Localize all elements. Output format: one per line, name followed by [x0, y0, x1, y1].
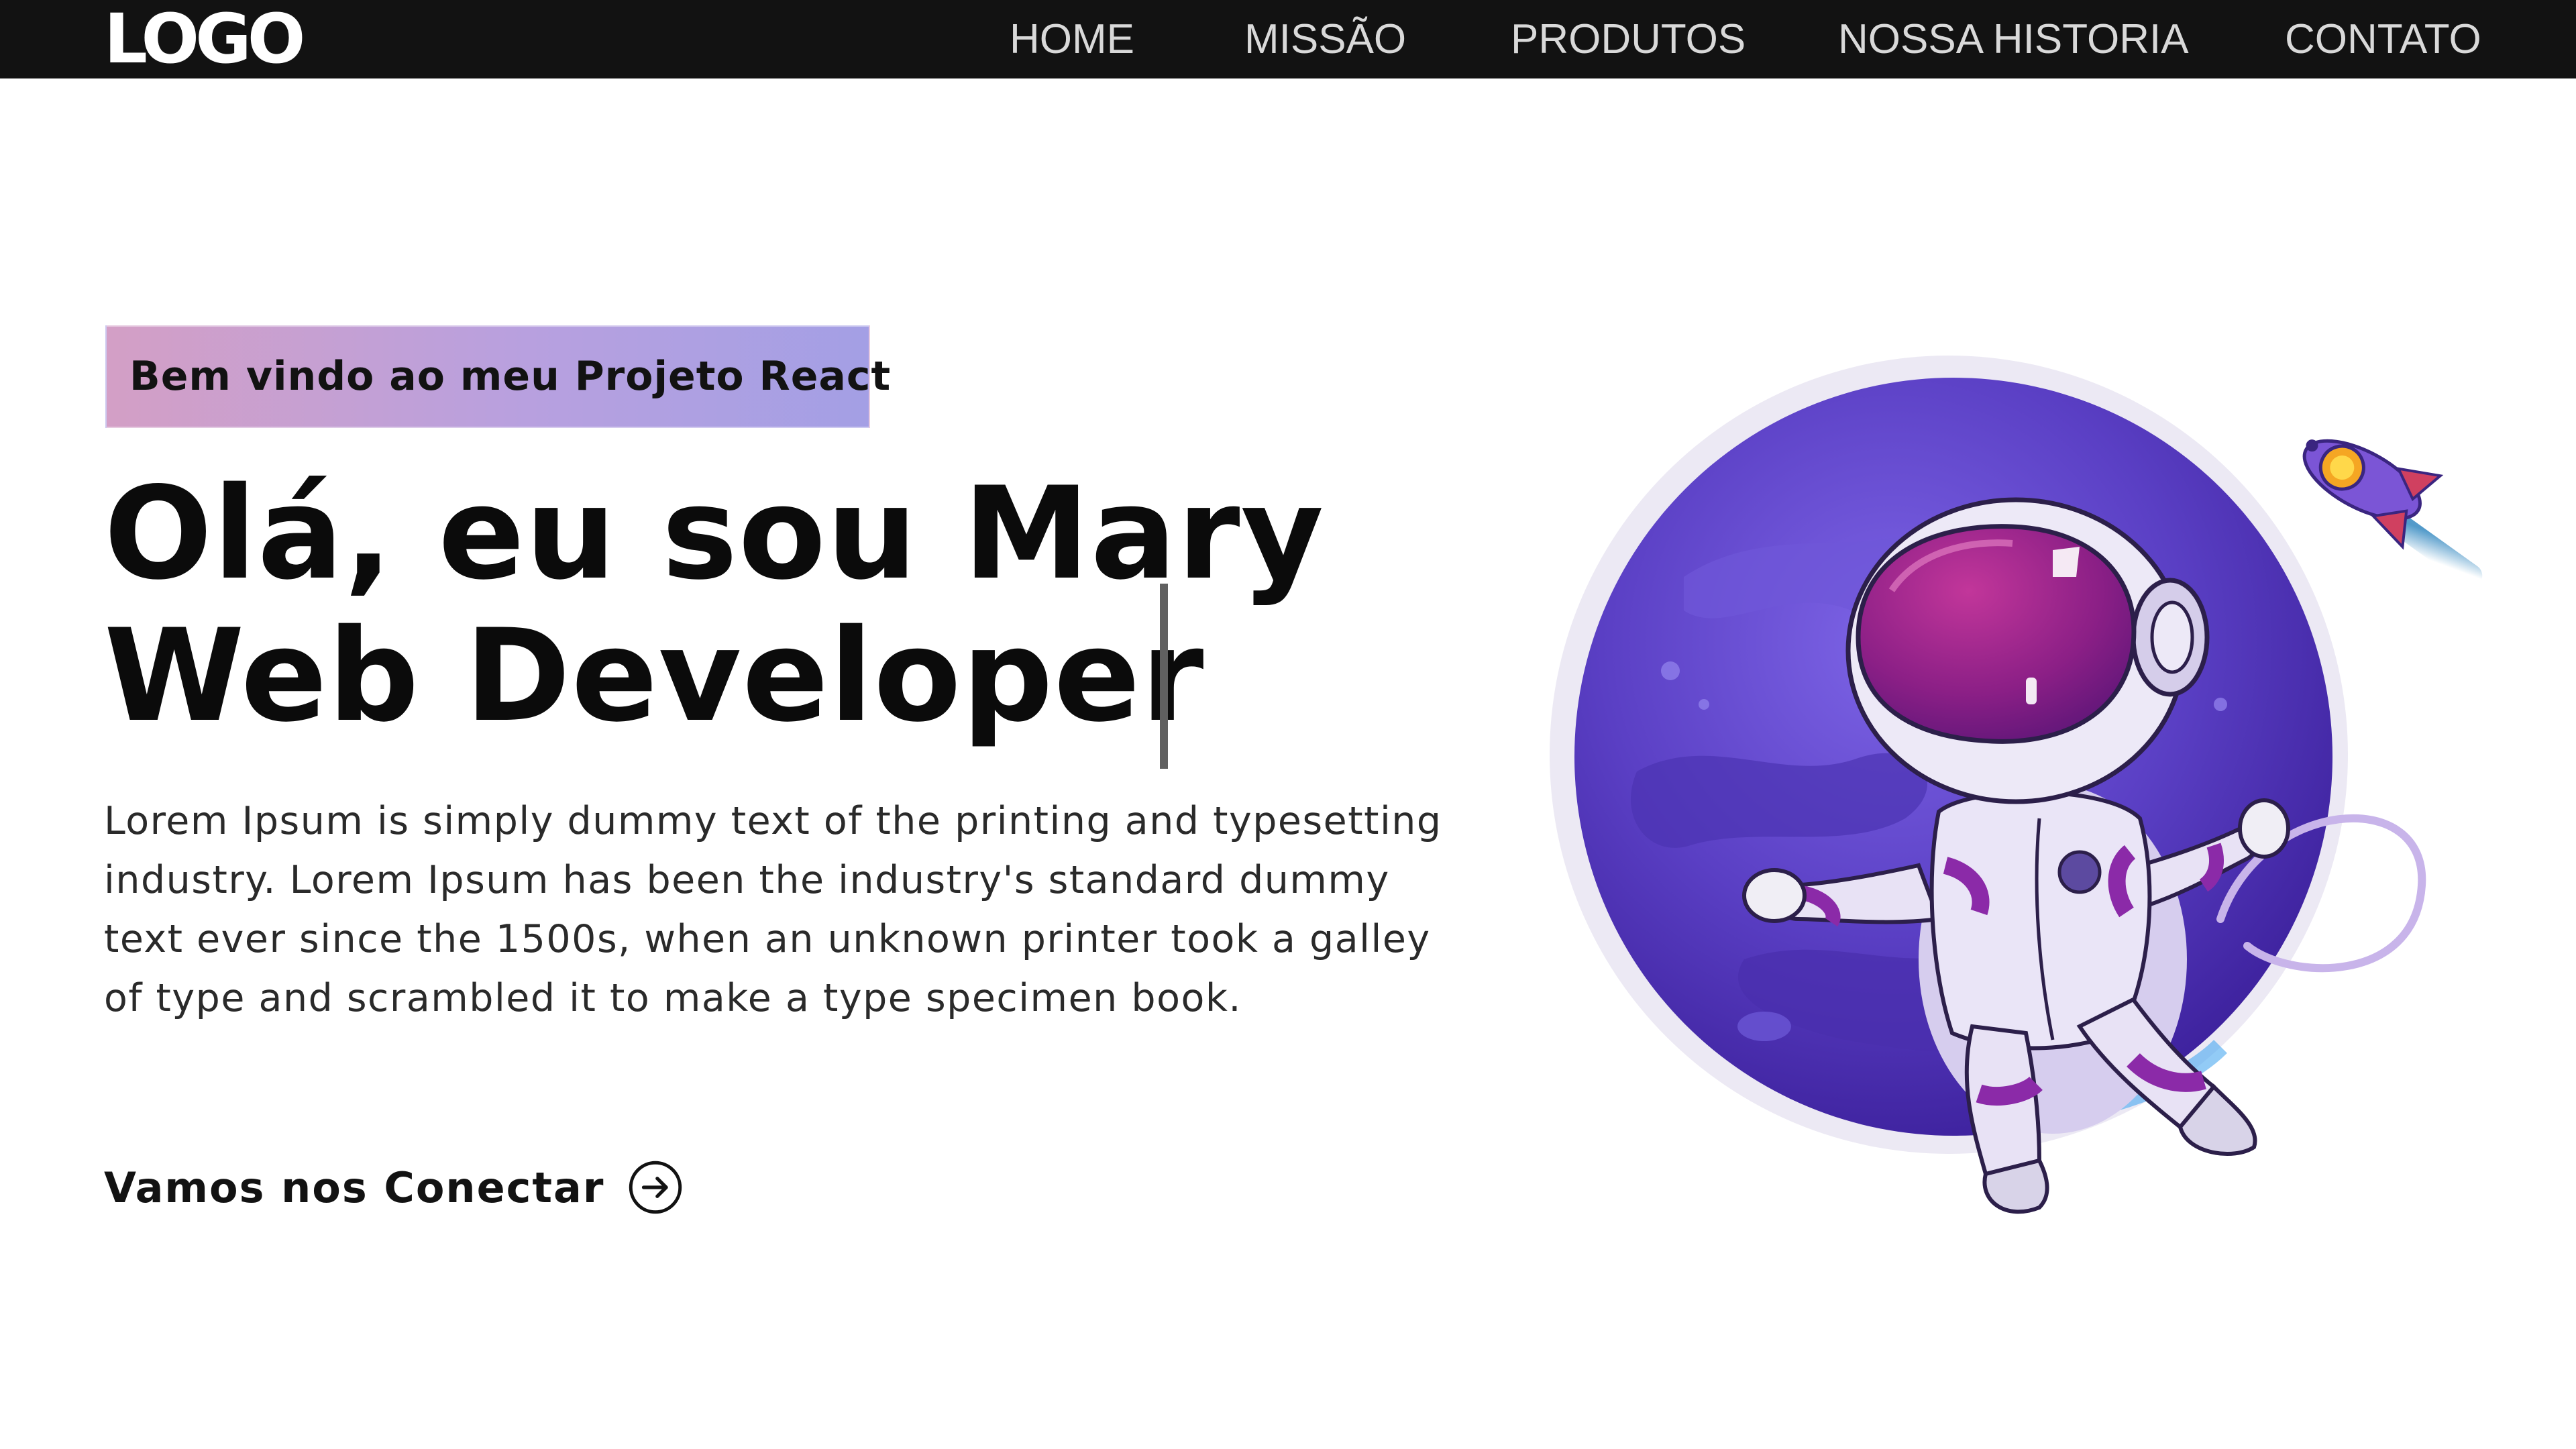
hero-headline: Olá, eu sou Mary Web Developer — [104, 463, 1379, 747]
headline-line-greeting: Olá, eu sou Mary — [104, 460, 1325, 608]
arrow-right-circle-icon — [629, 1161, 682, 1214]
tagline-badge: Bem vindo ao meu Projeto React — [105, 325, 890, 428]
nav-link-nossa-historia[interactable]: NOSSA HISTORIA — [1838, 0, 2189, 78]
headline-line-role: Web Developer — [104, 602, 1205, 750]
nav-link-produtos[interactable]: PRODUTOS — [1511, 0, 1746, 78]
connect-button-label: Vamos nos Conectar — [104, 1163, 605, 1212]
nav-link-missao[interactable]: MISSÃO — [1244, 0, 1406, 78]
nav-link-contato[interactable]: CONTATO — [2285, 0, 2481, 78]
hero-description: Lorem Ipsum is simply dummy text of the … — [104, 799, 1442, 1020]
logo[interactable]: LOGO — [104, 4, 306, 74]
navbar: LOGO HOME MISSÃO PRODUTOS NOSSA HISTORIA… — [0, 0, 2576, 78]
connect-button[interactable]: Vamos nos Conectar — [104, 1150, 684, 1224]
nav-link-home[interactable]: HOME — [1010, 0, 1134, 78]
typing-caret — [1160, 584, 1168, 769]
rocket-icon — [2302, 439, 2483, 587]
astronaut-illustration — [1550, 356, 2483, 1214]
